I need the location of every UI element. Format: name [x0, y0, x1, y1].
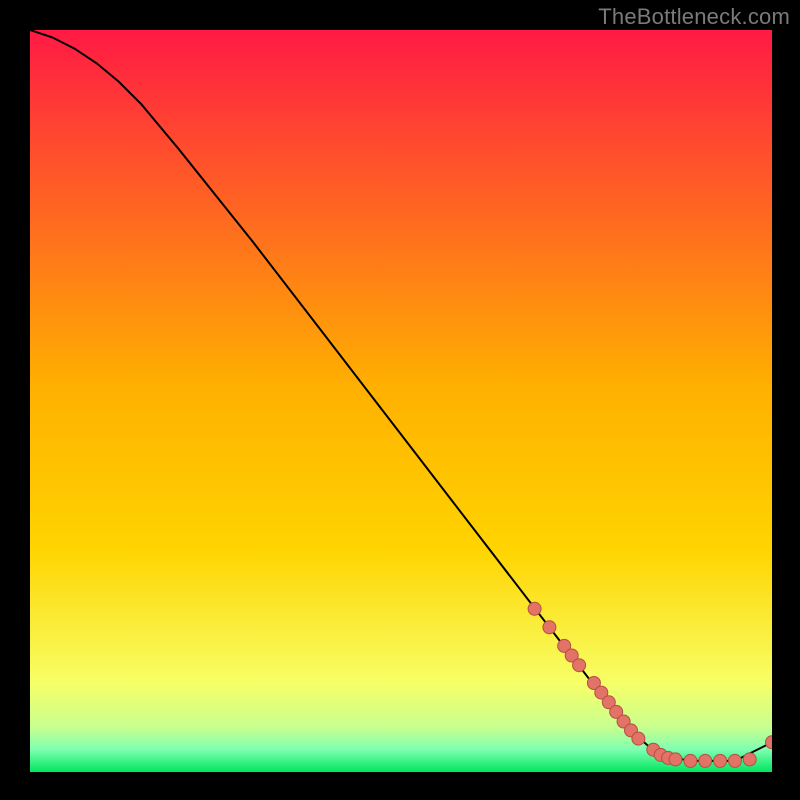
- chart-svg: [30, 30, 772, 772]
- scatter-dot: [543, 621, 556, 634]
- plot-area: [30, 30, 772, 772]
- scatter-dot: [573, 659, 586, 672]
- gradient-background: [30, 30, 772, 772]
- scatter-dot: [528, 602, 541, 615]
- scatter-dot: [669, 753, 682, 766]
- scatter-dot: [728, 754, 741, 767]
- watermark-text: TheBottleneck.com: [598, 4, 790, 30]
- chart-frame: TheBottleneck.com: [0, 0, 800, 800]
- scatter-dot: [699, 754, 712, 767]
- scatter-dot: [632, 732, 645, 745]
- scatter-dot: [743, 753, 756, 766]
- scatter-dot: [714, 754, 727, 767]
- scatter-dot: [684, 754, 697, 767]
